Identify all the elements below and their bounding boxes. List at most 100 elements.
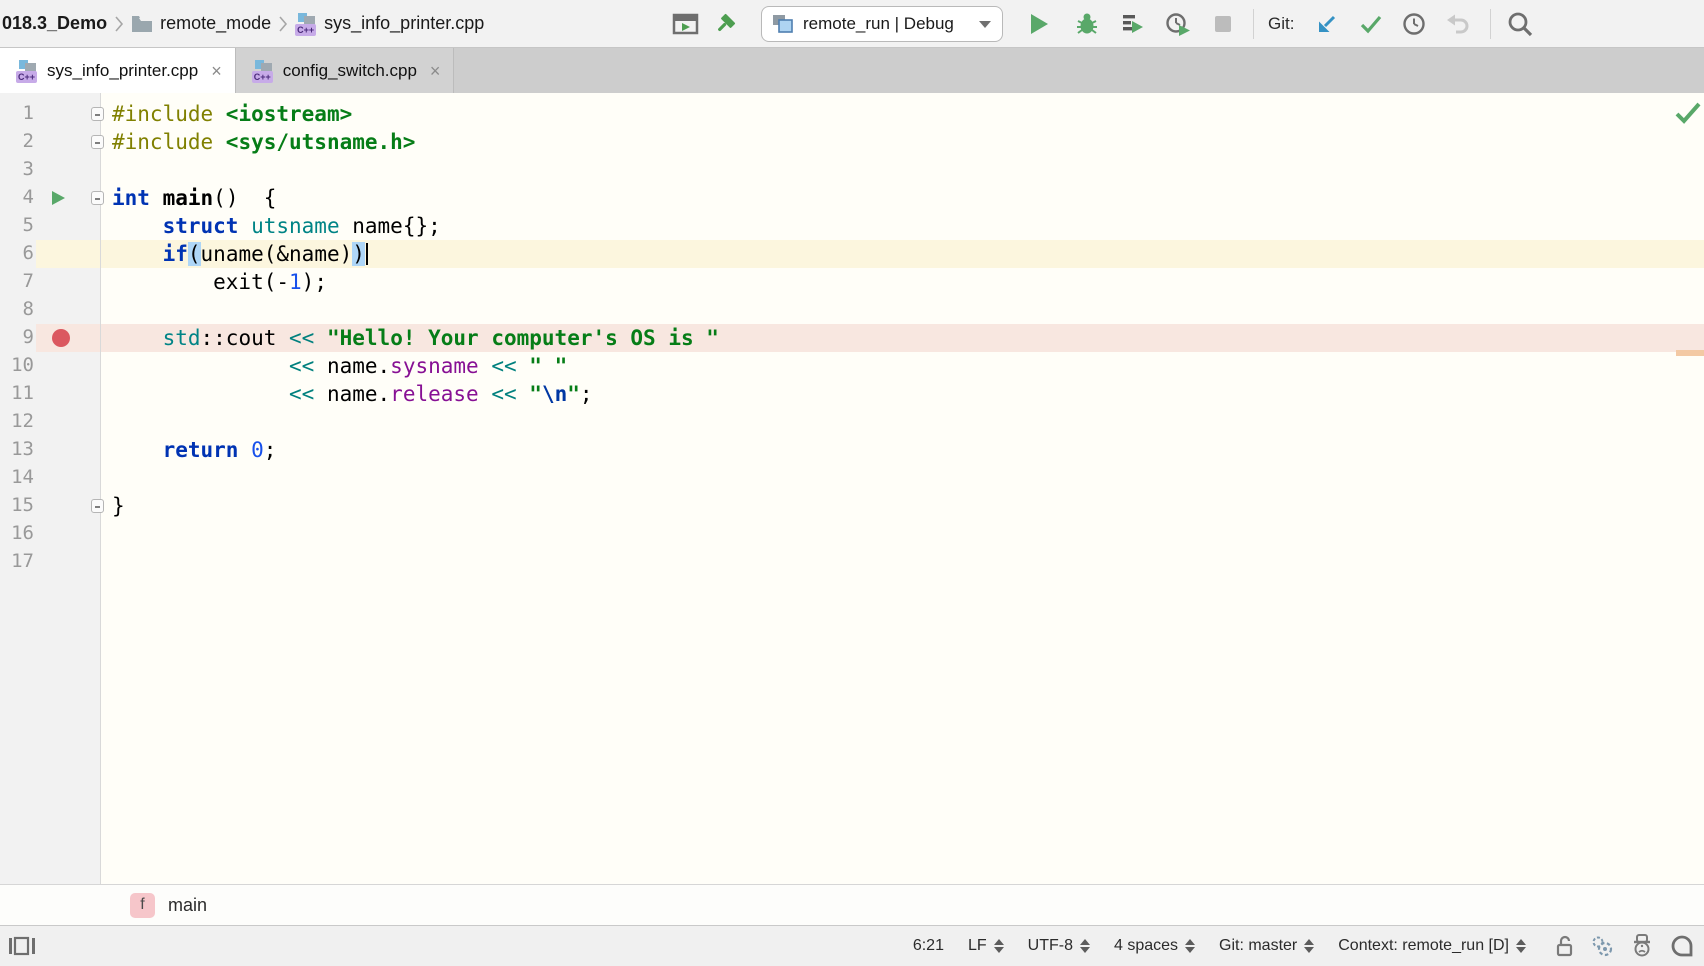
lock-icon[interactable] — [1554, 935, 1574, 957]
build-hammer-icon[interactable] — [715, 12, 739, 36]
profile-button[interactable] — [1165, 12, 1191, 36]
hector-inspector-icon[interactable] — [1630, 933, 1654, 959]
toolbar-actions: remote_run | Debug — [672, 0, 1533, 48]
code-line[interactable]: 1#include <iostream> — [0, 100, 1704, 128]
toolbar-separator — [1490, 9, 1491, 39]
run-configuration-label: remote_run | Debug — [803, 14, 969, 34]
run-button[interactable] — [1029, 13, 1049, 35]
updown-icon — [1304, 939, 1314, 953]
context-label: Context: remote_run [D] — [1338, 937, 1509, 955]
updown-icon — [1185, 939, 1195, 953]
run-configuration-select[interactable]: remote_run | Debug — [761, 6, 1003, 42]
breadcrumb-project[interactable]: 018.3_Demo — [2, 13, 107, 34]
breadcrumb-folder[interactable]: remote_mode — [160, 13, 271, 34]
line-number: 6 — [0, 242, 34, 264]
code-lines: 1#include <iostream>2#include <sys/utsna… — [0, 93, 1704, 576]
breakpoint-icon[interactable] — [52, 329, 70, 347]
code-text: << name.sysname << " " — [112, 352, 567, 380]
fold-marker-icon[interactable] — [91, 135, 104, 149]
close-icon[interactable]: × — [211, 62, 222, 80]
code-text: } — [112, 492, 125, 520]
code-line[interactable]: 13 return 0; — [0, 436, 1704, 464]
line-number: 17 — [0, 550, 34, 572]
inspections-gear-icon[interactable] — [1590, 934, 1614, 958]
run-with-coverage-button[interactable] — [1121, 12, 1145, 36]
indent-label: 4 spaces — [1114, 937, 1178, 955]
code-line[interactable]: 5 struct utsname name{}; — [0, 212, 1704, 240]
status-indent[interactable]: 4 spaces — [1114, 937, 1195, 955]
vcs-update-button[interactable] — [1316, 13, 1338, 35]
stop-button[interactable] — [1215, 16, 1231, 32]
status-git-branch[interactable]: Git: master — [1219, 937, 1314, 955]
chevron-right-icon — [114, 15, 124, 33]
code-line[interactable]: 3 — [0, 156, 1704, 184]
updown-icon — [1080, 939, 1090, 953]
code-text: std::cout << "Hello! Your computer's OS … — [112, 324, 719, 352]
vcs-history-button[interactable] — [1402, 12, 1426, 36]
fold-marker-icon[interactable] — [91, 191, 104, 205]
line-number: 1 — [0, 102, 34, 124]
code-line[interactable]: 2#include <sys/utsname.h> — [0, 128, 1704, 156]
chevron-right-icon — [278, 15, 288, 33]
status-context[interactable]: Context: remote_run [D] — [1338, 937, 1526, 955]
debug-button[interactable] — [1075, 12, 1099, 36]
ide-window: 018.3_Demo remote_mode C++ sys_info_prin… — [0, 0, 1704, 966]
tab-label: sys_info_printer.cpp — [47, 61, 198, 81]
search-everywhere-icon[interactable] — [1507, 11, 1533, 37]
scrollbar-stripe-mark — [1676, 350, 1704, 356]
line-number: 10 — [0, 354, 34, 376]
line-number: 4 — [0, 186, 34, 208]
status-line-ending[interactable]: LF — [968, 937, 1004, 955]
code-line[interactable]: 15} — [0, 492, 1704, 520]
run-line-icon[interactable] — [52, 191, 65, 205]
notification-balloon-icon[interactable] — [1670, 934, 1694, 958]
code-line[interactable]: 8 — [0, 296, 1704, 324]
line-number: 12 — [0, 410, 34, 432]
breadcrumb-file[interactable]: sys_info_printer.cpp — [324, 13, 484, 34]
vcs-commit-button[interactable] — [1360, 14, 1382, 34]
code-line[interactable]: 16 — [0, 520, 1704, 548]
code-line[interactable]: 9 std::cout << "Hello! Your computer's O… — [0, 324, 1704, 352]
line-number: 7 — [0, 270, 34, 292]
code-line[interactable]: 4int main() { — [0, 184, 1704, 212]
code-line[interactable]: 11 << name.release << "\n"; — [0, 380, 1704, 408]
git-section-label: Git: — [1268, 14, 1294, 34]
status-bar: 6:21 LF UTF-8 4 spaces Git: master Conte… — [0, 925, 1704, 966]
text-caret — [366, 243, 368, 265]
code-text: return 0; — [112, 436, 276, 464]
breadcrumb-bar: f main — [0, 884, 1704, 925]
updown-icon — [1516, 939, 1526, 953]
fold-marker-icon[interactable] — [91, 107, 104, 121]
code-line[interactable]: 14 — [0, 464, 1704, 492]
code-editor[interactable]: 1#include <iostream>2#include <sys/utsna… — [0, 93, 1704, 884]
inspections-ok-icon[interactable] — [1675, 102, 1701, 124]
cpp-file-icon: C++ — [252, 60, 274, 82]
cpp-file-icon: C++ — [295, 13, 317, 35]
status-items: 6:21 LF UTF-8 4 spaces Git: master Conte… — [913, 933, 1694, 959]
status-caret-position[interactable]: 6:21 — [913, 937, 944, 955]
breadcrumb-function[interactable]: main — [168, 895, 207, 916]
code-line[interactable]: 6 if(uname(&name)) — [0, 240, 1704, 268]
toolwindow-toggle-icon[interactable] — [8, 936, 36, 956]
tab-label: config_switch.cpp — [283, 61, 417, 81]
toolbar-separator — [1253, 9, 1254, 39]
close-icon[interactable]: × — [430, 62, 441, 80]
tab-config-switch[interactable]: C++ config_switch.cpp × — [236, 48, 455, 93]
cpp-file-icon: C++ — [16, 60, 38, 82]
tab-sys-info-printer[interactable]: C++ sys_info_printer.cpp × — [0, 48, 236, 93]
fold-marker-icon[interactable] — [91, 499, 104, 513]
code-line[interactable]: 10 << name.sysname << " " — [0, 352, 1704, 380]
run-tool-window-icon[interactable] — [672, 12, 699, 36]
code-line[interactable]: 12 — [0, 408, 1704, 436]
status-encoding[interactable]: UTF-8 — [1028, 937, 1090, 955]
main-toolbar: 018.3_Demo remote_mode C++ sys_info_prin… — [0, 0, 1704, 48]
code-line[interactable]: 7 exit(-1); — [0, 268, 1704, 296]
vcs-rollback-button[interactable] — [1446, 13, 1470, 35]
line-number: 13 — [0, 438, 34, 460]
code-line[interactable]: 17 — [0, 548, 1704, 576]
code-text: #include <sys/utsname.h> — [112, 128, 415, 156]
updown-icon — [994, 939, 1004, 953]
code-text: if(uname(&name)) — [112, 240, 368, 268]
line-number: 14 — [0, 466, 34, 488]
folder-icon — [131, 15, 153, 33]
